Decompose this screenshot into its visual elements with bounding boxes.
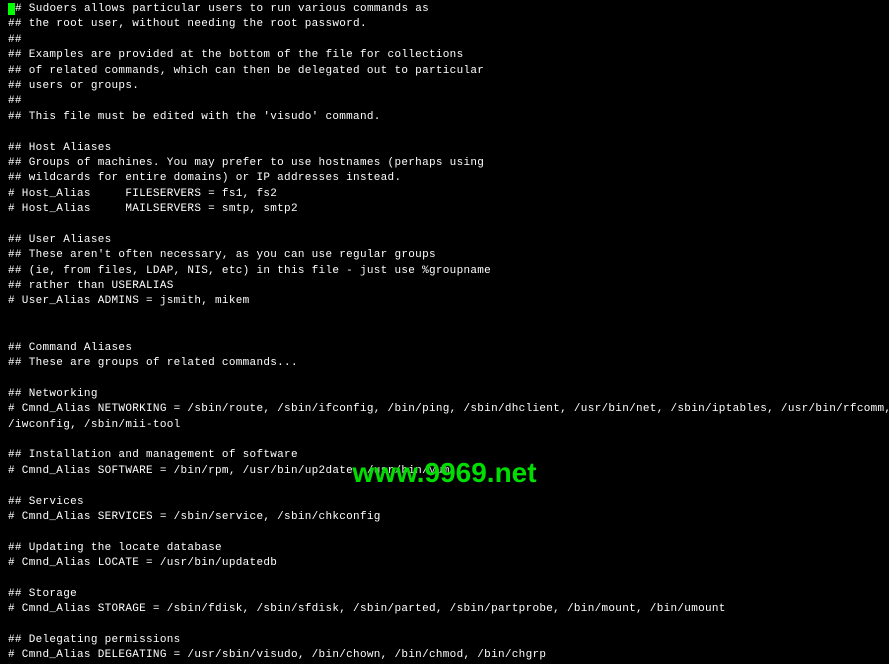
terminal-editor[interactable]: # Sudoers allows particular users to run… (8, 2, 881, 664)
cursor-icon (8, 3, 15, 15)
terminal-content: # Sudoers allows particular users to run… (8, 3, 889, 661)
